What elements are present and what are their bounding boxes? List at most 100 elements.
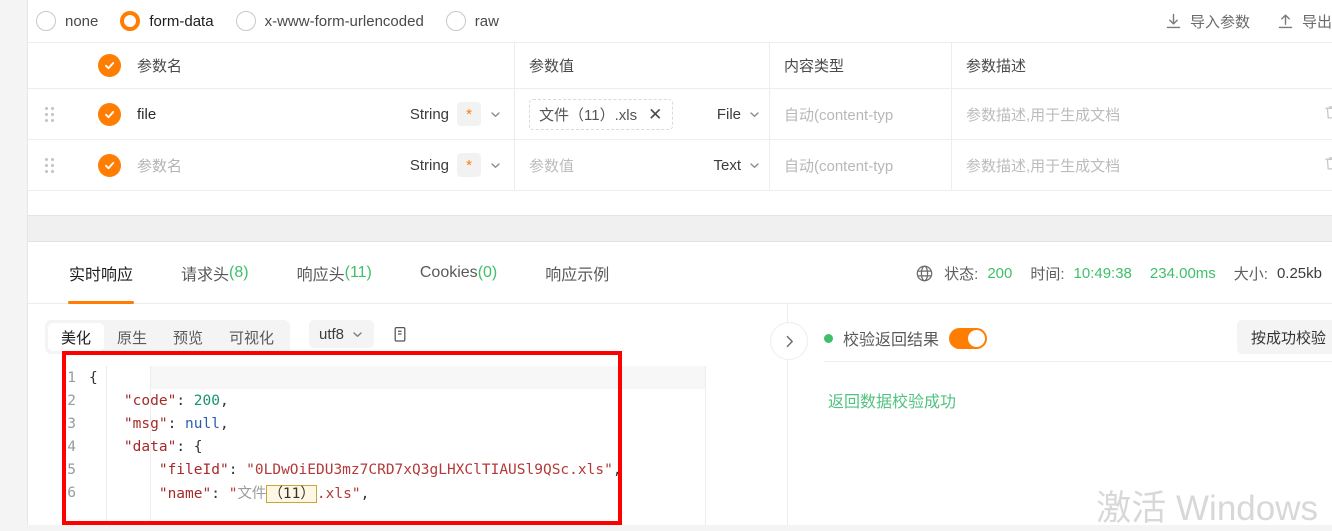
json-code-view[interactable]: 1{2 "code": 200,3 "msg": null,4 "data": … xyxy=(45,366,787,525)
radio-raw[interactable]: raw xyxy=(445,11,499,31)
verify-divider xyxy=(824,361,1332,362)
row-enable-checkbox[interactable] xyxy=(98,153,121,177)
size-label: 大小: xyxy=(1233,265,1268,283)
header-cell-value: 参数值 xyxy=(515,43,770,88)
verify-by-success-button[interactable]: 按成功校验 xyxy=(1236,320,1332,354)
api-client-screen: none form-data x-www-form-urlencoded raw xyxy=(0,0,1332,528)
export-button[interactable]: 导出 xyxy=(1276,11,1332,32)
upload-icon xyxy=(1276,12,1295,31)
param-type-value[interactable]: String xyxy=(410,106,449,123)
code-line: 4 "data": { xyxy=(45,435,787,458)
close-icon[interactable]: ✕ xyxy=(647,106,663,123)
verify-header: 校验返回结果 xyxy=(824,326,988,350)
required-badge[interactable]: * xyxy=(457,102,481,126)
main-panel: none form-data x-www-form-urlencoded raw xyxy=(28,0,1332,528)
code-line-number: 1 xyxy=(67,369,76,386)
code-gutter-divider xyxy=(106,366,107,525)
delete-row-icon[interactable] xyxy=(1323,104,1332,124)
delete-row-icon[interactable] xyxy=(1323,155,1332,175)
verify-by-success-label: 按成功校验 xyxy=(1250,329,1326,347)
drag-handle-icon xyxy=(44,106,54,122)
header-cell-content-type: 内容类型 xyxy=(770,43,952,88)
param-name-input[interactable]: 参数名 xyxy=(137,155,182,176)
radio-none-dot xyxy=(36,11,56,31)
chevron-right-icon[interactable] xyxy=(770,322,808,360)
value-type-selector[interactable]: File xyxy=(717,106,769,123)
import-params-button[interactable]: 导入参数 xyxy=(1164,11,1250,32)
content-type-value: 自动(content-typ xyxy=(784,157,894,175)
verify-toggle[interactable] xyxy=(949,327,988,349)
viewer-tab-raw[interactable]: 原生 xyxy=(104,323,160,351)
value-type-label: Text xyxy=(713,156,741,174)
required-badge[interactable]: * xyxy=(457,153,481,177)
code-line-number: 3 xyxy=(67,415,76,432)
radio-none[interactable]: none xyxy=(36,11,98,31)
code-line-number: 4 xyxy=(67,438,76,455)
tab-cookies[interactable]: Cookies (0) xyxy=(401,242,516,304)
param-value-input[interactable]: 参数值 xyxy=(529,155,574,176)
tab-cookies-count: (0) xyxy=(477,263,498,281)
code-active-line-highlight xyxy=(150,366,705,389)
file-chip[interactable]: 文件（11）.xls ✕ xyxy=(529,98,674,130)
tab-request-headers-label: 请求头 xyxy=(181,266,230,284)
row-drag-handle[interactable] xyxy=(28,106,70,122)
tab-live-response[interactable]: 实时响应 xyxy=(50,242,152,304)
code-line-text: "code": 200, xyxy=(124,392,229,409)
duration-value: 234.00ms xyxy=(1149,264,1216,282)
radio-urlencoded[interactable]: x-www-form-urlencoded xyxy=(235,11,424,31)
row-description-cell[interactable]: 参数描述,用于生成文档 xyxy=(952,89,1332,139)
row-enable-checkbox[interactable] xyxy=(98,102,121,126)
select-all-checkbox[interactable] xyxy=(98,54,121,77)
row-description-cell[interactable]: 参数描述,用于生成文档 xyxy=(952,140,1332,190)
response-body: 美化 原生 预览 可视化 utf8 1 {2: 200, 3 "msg": … xyxy=(28,304,1332,528)
drag-handle-icon xyxy=(44,157,54,173)
copy-icon[interactable] xyxy=(392,325,411,344)
viewer-tab-preview[interactable]: 预览 xyxy=(160,323,216,351)
param-name-input[interactable]: file xyxy=(137,106,156,123)
row-value-cell: 参数值 Text xyxy=(515,140,770,190)
code-line-number: 6 xyxy=(67,484,76,501)
section-separator xyxy=(28,215,1332,242)
viewer-tab-beautify[interactable]: 美化 xyxy=(48,323,105,351)
header-description-label: 参数描述 xyxy=(966,58,1027,75)
radio-raw-label: raw xyxy=(474,12,499,30)
tab-response-example[interactable]: 响应示例 xyxy=(526,242,628,304)
radio-form-data[interactable]: form-data xyxy=(120,11,214,31)
row-drag-handle[interactable] xyxy=(28,157,70,173)
left-gutter xyxy=(0,0,28,525)
param-type-value[interactable]: String xyxy=(410,157,449,174)
code-right-divider xyxy=(705,366,706,525)
header-value-label: 参数值 xyxy=(529,58,575,75)
encoding-value: utf8 xyxy=(319,325,345,343)
radio-urlencoded-dot xyxy=(235,11,256,31)
body-type-radio-group: none form-data x-www-form-urlencoded raw xyxy=(28,0,1332,42)
code-indent-divider xyxy=(150,366,151,525)
response-meta: 状态: 200 时间: 10:49:38 234.00ms 大小: 0.25kb xyxy=(915,242,1322,304)
tab-response-headers-label: 响应头 xyxy=(296,266,345,284)
content-type-value: 自动(content-typ xyxy=(784,106,894,124)
status-label: 状态: xyxy=(944,265,979,283)
viewer-tab-group: 美化 原生 预览 可视化 xyxy=(45,320,291,354)
row-content-type-cell[interactable]: 自动(content-typ xyxy=(770,89,952,139)
chevron-down-icon[interactable] xyxy=(489,159,502,172)
tab-response-headers-count: (11) xyxy=(344,263,372,281)
encoding-selector[interactable]: utf8 xyxy=(309,320,375,348)
code-line-text: { xyxy=(89,369,98,386)
code-line: 2 "code": 200, xyxy=(45,389,787,412)
radio-form-data-label: form-data xyxy=(149,12,214,30)
globe-icon xyxy=(915,264,934,283)
tab-request-headers[interactable]: 请求头 (8) xyxy=(162,242,268,304)
toggle-knob xyxy=(968,329,986,347)
toolbar-actions: 导入参数 导出 xyxy=(1164,0,1332,42)
viewer-tab-visualize[interactable]: 可视化 xyxy=(216,323,287,351)
tab-request-headers-count: (8) xyxy=(229,263,249,281)
row-content-type-cell[interactable]: 自动(content-typ xyxy=(770,140,952,190)
time-label: 时间: xyxy=(1030,265,1065,283)
value-type-label: File xyxy=(716,105,741,123)
tab-response-headers[interactable]: 响应头 (11) xyxy=(278,242,391,304)
code-line: 3 "msg": null, xyxy=(45,412,787,435)
chevron-down-icon[interactable] xyxy=(489,108,502,121)
code-line-text: "msg": null, xyxy=(123,415,229,432)
code-line: 5 "fileId": "0LDwOiEDU3mz7CRD7xQ3gLHXClT… xyxy=(45,458,787,481)
value-type-selector[interactable]: Text xyxy=(713,157,769,174)
